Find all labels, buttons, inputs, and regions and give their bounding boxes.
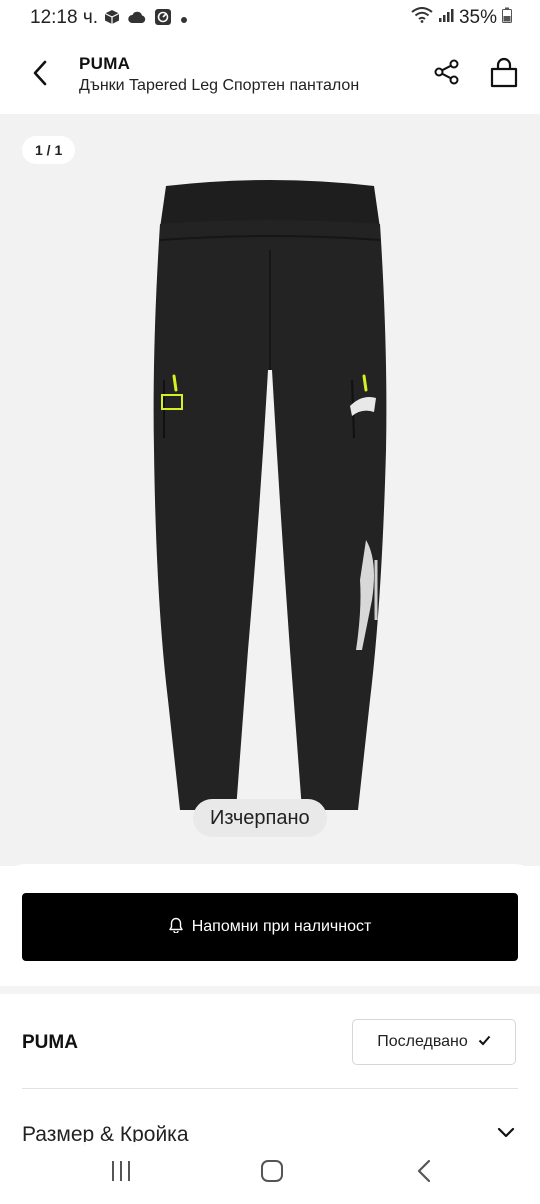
cloud-icon: [128, 10, 146, 29]
app-header: PUMA Дънки Tapered Leg Спортен панталон: [0, 36, 540, 114]
bag-icon: [489, 56, 519, 93]
notify-label: Напомни при наличност: [191, 918, 372, 935]
share-icon: [434, 59, 460, 90]
back-nav-icon[interactable]: [413, 1159, 435, 1188]
recent-apps-icon[interactable]: [108, 1159, 134, 1188]
check-icon: [478, 1033, 491, 1051]
image-counter: 1 / 1: [22, 136, 76, 164]
battery-icon: [502, 7, 512, 29]
screen-icon: [154, 8, 172, 31]
box-icon: [104, 9, 120, 30]
product-image[interactable]: [140, 180, 400, 835]
follow-label: Последвано: [377, 1033, 468, 1050]
bell-icon: [169, 917, 183, 938]
back-icon: [32, 60, 48, 91]
row-divider: [22, 1088, 518, 1089]
follow-button[interactable]: Последвано: [352, 1019, 516, 1065]
product-title: Дънки Tapered Leg Спортен панталон: [79, 77, 360, 94]
signal-icon: [438, 7, 454, 29]
sold-out-badge: Изчерпано: [193, 799, 327, 837]
system-nav-bar: [0, 1142, 540, 1204]
product-gallery[interactable]: 1 / 1 Изчерпано: [0, 114, 540, 866]
notify-button[interactable]: Напомни при наличност: [22, 893, 518, 961]
status-bar: 12:18 ч. 35%: [0, 0, 540, 36]
status-time: 12:18 ч.: [30, 7, 99, 28]
wifi-icon: [411, 7, 433, 29]
bag-button[interactable]: [486, 55, 522, 93]
back-button[interactable]: [24, 56, 56, 94]
dot-icon: [180, 11, 188, 29]
home-icon[interactable]: [259, 1159, 285, 1188]
header-brand: PUMA: [79, 54, 131, 73]
section-divider: [0, 986, 540, 994]
battery-text: 35%: [458, 7, 497, 28]
share-button[interactable]: [430, 57, 464, 91]
brand-name[interactable]: PUMA: [22, 1032, 78, 1054]
